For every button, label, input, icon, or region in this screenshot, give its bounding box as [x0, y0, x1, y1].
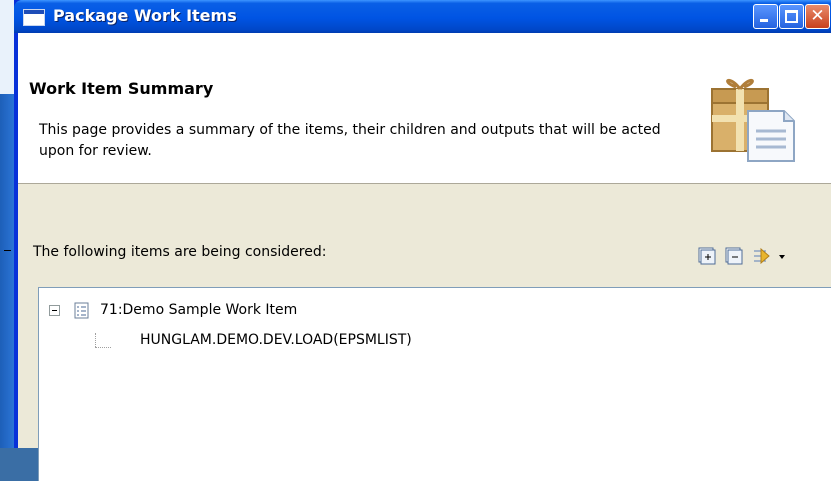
collapse-node-icon[interactable] — [49, 305, 60, 316]
window-title: Package Work Items — [53, 6, 237, 25]
filter-menu-icon[interactable] — [752, 247, 788, 265]
wizard-banner: Work Item Summary This page provides a s… — [18, 33, 831, 184]
title-bar[interactable]: Package Work Items ✕ — [14, 0, 831, 33]
close-button[interactable]: ✕ — [805, 4, 830, 29]
maximize-button[interactable] — [779, 4, 804, 29]
minimize-button[interactable] — [753, 4, 778, 29]
page-description: This page provides a summary of the item… — [39, 122, 661, 159]
background-window-mark — [4, 250, 11, 251]
page-title: Work Item Summary — [29, 79, 214, 98]
items-considered-label: The following items are being considered… — [33, 244, 327, 260]
dialog-body: Work Item Summary This page provides a s… — [18, 33, 831, 481]
minimize-icon — [760, 19, 768, 22]
collapse-all-icon[interactable] — [725, 247, 743, 265]
window-icon — [23, 9, 45, 26]
tree-connector-line — [95, 333, 96, 347]
tree-item-label: 71:Demo Sample Work Item — [100, 302, 298, 318]
work-item-icon — [74, 302, 89, 319]
package-icon — [711, 79, 795, 162]
tree-child-item-label[interactable]: HUNGLAM.DEMO.DEV.LOAD(EPSMLIST) — [140, 332, 412, 348]
maximize-icon — [785, 10, 798, 23]
tree-connector-line — [95, 347, 111, 348]
background-window-edge — [0, 0, 14, 448]
work-items-tree[interactable]: 71:Demo Sample Work Item HUNGLAM.DEMO.DE… — [38, 287, 831, 481]
background-window-light-area — [0, 0, 14, 94]
dialog-window: Package Work Items ✕ Work Item Summary T… — [14, 0, 831, 481]
close-icon: ✕ — [810, 6, 825, 26]
expand-all-icon[interactable] — [698, 247, 716, 265]
tree-item-work-item[interactable]: 71:Demo Sample Work Item HUNGLAM.DEMO.DE… — [49, 302, 649, 348]
